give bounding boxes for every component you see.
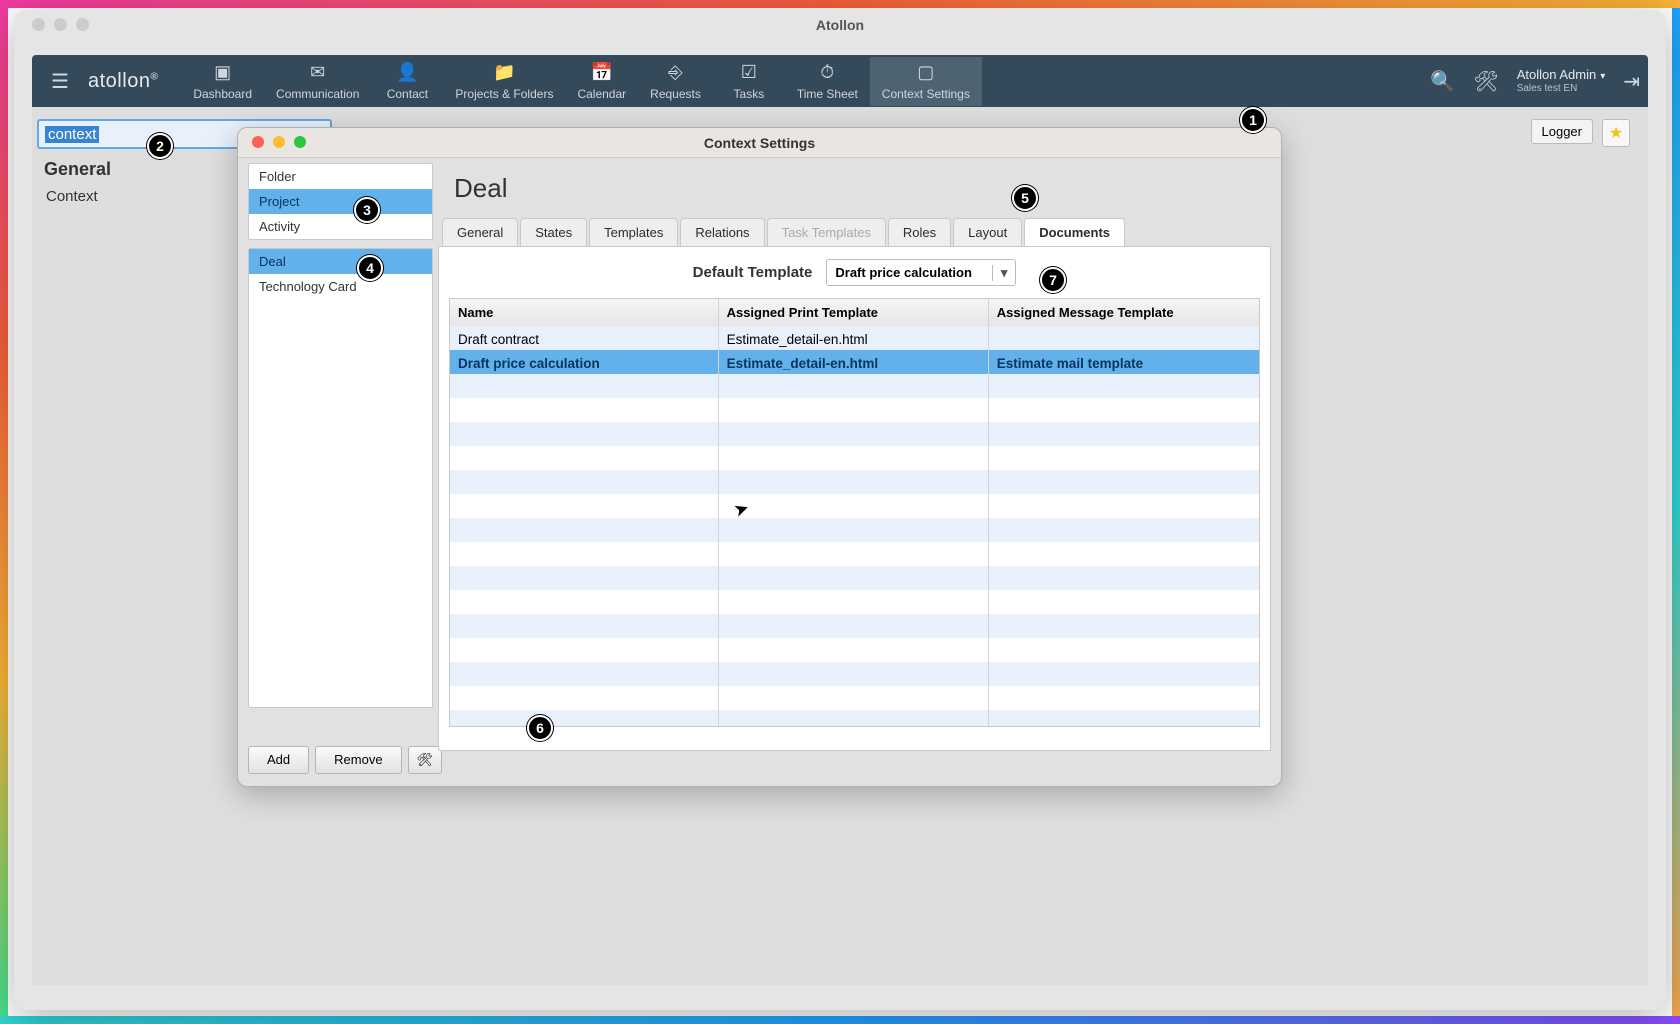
table-row bbox=[450, 446, 1259, 470]
left-tree: General Context bbox=[44, 159, 111, 207]
tab-general[interactable]: General bbox=[442, 218, 518, 246]
nav-requests[interactable]: ⎆Requests bbox=[638, 57, 713, 106]
tab-relations[interactable]: Relations bbox=[680, 218, 764, 246]
nav-tasks[interactable]: ☑Tasks bbox=[713, 57, 785, 106]
mac-window-title: Atollon bbox=[816, 17, 864, 33]
default-template-select[interactable]: Draft price calculation ▾ bbox=[826, 259, 1016, 286]
context-heading: Deal bbox=[438, 163, 1271, 218]
tab-states[interactable]: States bbox=[520, 218, 587, 246]
inner-traffic-lights[interactable] bbox=[252, 136, 306, 148]
tab-task-templates: Task Templates bbox=[767, 218, 886, 246]
tab-layout[interactable]: Layout bbox=[953, 218, 1022, 246]
callout-2: 2 bbox=[147, 133, 173, 159]
dashboard-icon: ▣ bbox=[212, 62, 234, 84]
app-logo: atollon® bbox=[80, 70, 166, 93]
inner-window-title: Context Settings bbox=[704, 135, 815, 151]
top-nav: ▣Dashboard ✉Communication 👤Contact 📁Proj… bbox=[181, 57, 982, 106]
table-row bbox=[450, 566, 1259, 590]
nav-communication[interactable]: ✉Communication bbox=[264, 57, 371, 106]
nav-projects-folders[interactable]: 📁Projects & Folders bbox=[443, 57, 565, 106]
contact-icon: 👤 bbox=[396, 62, 418, 84]
nav-contact[interactable]: 👤Contact bbox=[371, 57, 443, 106]
nav-calendar[interactable]: 📅Calendar bbox=[565, 57, 638, 106]
context-tabs: General States Templates Relations Task … bbox=[438, 218, 1271, 246]
row-project[interactable]: Project bbox=[249, 189, 432, 214]
logout-icon[interactable]: ⇥ bbox=[1623, 69, 1640, 94]
table-row bbox=[450, 614, 1259, 638]
context-settings-window: Context Settings Folder Project Activity… bbox=[237, 127, 1282, 787]
row-deal[interactable]: Deal bbox=[249, 249, 432, 274]
callout-1: 1 bbox=[1240, 107, 1266, 133]
documents-table: Name Assigned Print Template Assigned Me… bbox=[449, 298, 1260, 727]
favorite-star-button[interactable]: ★ bbox=[1602, 119, 1630, 147]
topbar: ☰ atollon® ▣Dashboard ✉Communication 👤Co… bbox=[32, 55, 1648, 107]
left-remove-button[interactable]: Remove bbox=[315, 746, 401, 774]
nav-dashboard[interactable]: ▣Dashboard bbox=[181, 57, 264, 106]
hamburger-menu[interactable]: ☰ bbox=[40, 69, 80, 94]
callout-7: 7 bbox=[1040, 267, 1066, 293]
col-name[interactable]: Name bbox=[450, 299, 719, 326]
chevron-down-icon: ▾ bbox=[992, 265, 1008, 281]
table-row bbox=[450, 494, 1259, 518]
clock-icon: ⏱ bbox=[816, 62, 838, 84]
table-row[interactable]: Draft price calculationEstimate_detail-e… bbox=[450, 350, 1259, 374]
callout-3: 3 bbox=[354, 197, 380, 223]
tab-roles[interactable]: Roles bbox=[888, 218, 951, 246]
left-wrench-button[interactable]: 🛠 bbox=[408, 746, 442, 774]
tree-item-context[interactable]: Context bbox=[44, 186, 111, 207]
chevron-down-icon: ▾ bbox=[1596, 71, 1605, 82]
search-icon[interactable]: 🔍 bbox=[1430, 69, 1455, 94]
documents-panel: Default Template Draft price calculation… bbox=[438, 246, 1271, 751]
left-add-button[interactable]: Add bbox=[248, 746, 309, 774]
col-msg-template[interactable]: Assigned Message Template bbox=[989, 299, 1259, 326]
user-menu[interactable]: Atollon Admin▾ Sales test EN bbox=[1517, 67, 1606, 95]
settings-tool-icon[interactable]: 🛠 bbox=[1473, 69, 1498, 94]
logger-button[interactable]: Logger bbox=[1531, 119, 1593, 144]
table-row bbox=[450, 710, 1259, 726]
callout-5: 5 bbox=[1012, 185, 1038, 211]
row-technology-card[interactable]: Technology Card bbox=[249, 274, 432, 299]
inner-window-titlebar: Context Settings bbox=[238, 128, 1281, 158]
mac-window-titlebar: Atollon bbox=[14, 10, 1666, 40]
requests-icon: ⎆ bbox=[665, 62, 687, 84]
subtype-list: Deal Technology Card bbox=[248, 248, 433, 708]
tree-header-general[interactable]: General bbox=[44, 159, 111, 180]
mail-icon: ✉ bbox=[307, 62, 329, 84]
row-activity[interactable]: Activity bbox=[249, 214, 432, 239]
calendar-icon: 📅 bbox=[591, 62, 613, 84]
table-row bbox=[450, 470, 1259, 494]
table-row bbox=[450, 638, 1259, 662]
mac-traffic-lights bbox=[32, 18, 89, 31]
table-row bbox=[450, 686, 1259, 710]
default-template-label: Default Template bbox=[693, 264, 813, 281]
row-folder[interactable]: Folder bbox=[249, 164, 432, 189]
nav-time-sheet[interactable]: ⏱Time Sheet bbox=[785, 57, 870, 106]
table-row bbox=[450, 662, 1259, 686]
callout-6: 6 bbox=[527, 715, 553, 741]
callout-4: 4 bbox=[357, 255, 383, 281]
nav-context-settings[interactable]: ▢Context Settings bbox=[870, 57, 982, 106]
tab-documents[interactable]: Documents bbox=[1024, 218, 1125, 246]
table-row bbox=[450, 590, 1259, 614]
col-print-template[interactable]: Assigned Print Template bbox=[719, 299, 989, 326]
table-row[interactable]: Draft contractEstimate_detail-en.html bbox=[450, 326, 1259, 350]
tab-templates[interactable]: Templates bbox=[589, 218, 678, 246]
table-row bbox=[450, 518, 1259, 542]
tasks-icon: ☑ bbox=[738, 62, 760, 84]
table-row bbox=[450, 374, 1259, 398]
table-row bbox=[450, 398, 1259, 422]
table-row bbox=[450, 422, 1259, 446]
context-icon: ▢ bbox=[915, 62, 937, 84]
table-row bbox=[450, 542, 1259, 566]
project-type-list: Folder Project Activity bbox=[248, 163, 433, 240]
folder-icon: 📁 bbox=[493, 62, 515, 84]
